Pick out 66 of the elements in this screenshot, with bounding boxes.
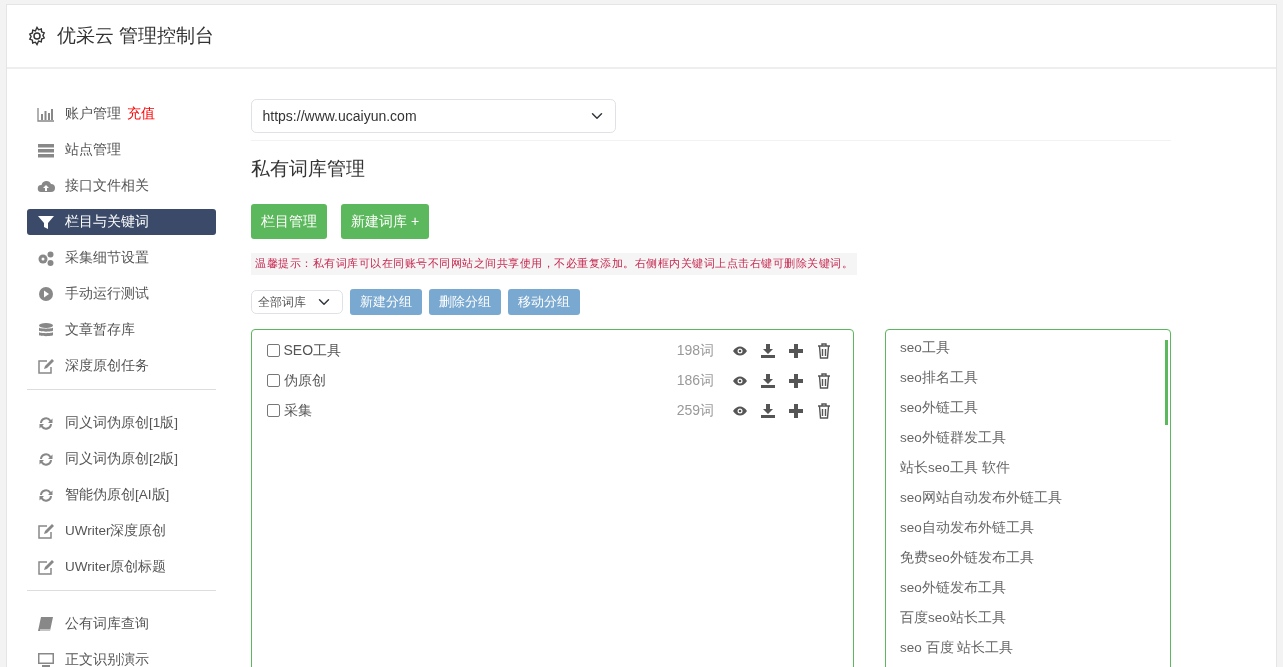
- sidebar-item[interactable]: 文章暂存库: [27, 317, 216, 343]
- sidebar-item[interactable]: 正文识别演示: [27, 647, 216, 667]
- plus-icon[interactable]: [788, 342, 804, 359]
- book-icon: [37, 616, 55, 632]
- keyword-item[interactable]: seo排名工具: [900, 367, 1170, 390]
- keyword-item[interactable]: seo 百度 站长工具: [900, 637, 1170, 660]
- sidebar-item[interactable]: UWriter原创标题: [27, 554, 216, 580]
- word-count: 198词: [676, 341, 714, 360]
- edit-icon: [37, 523, 55, 539]
- sidebar-item[interactable]: 栏目与关键词: [27, 209, 216, 235]
- site-select[interactable]: https://www.ucaiyun.com: [251, 99, 616, 133]
- edit-icon: [37, 358, 55, 374]
- refresh-icon: [37, 415, 55, 431]
- keyword-item[interactable]: seo外链群发工具: [900, 427, 1170, 450]
- keyword-item[interactable]: 免费seo外链发布工具: [900, 547, 1170, 570]
- database-icon: [37, 322, 55, 338]
- word-count: 186词: [676, 371, 714, 390]
- library-checkbox[interactable]: [267, 344, 280, 357]
- refresh-icon: [37, 451, 55, 467]
- download-icon[interactable]: [760, 342, 776, 359]
- keyword-item[interactable]: seo外链工具: [900, 397, 1170, 420]
- library-name[interactable]: SEO工具: [283, 340, 342, 361]
- keyword-item[interactable]: seo自动发布外链工具: [900, 517, 1170, 540]
- sidebar-item[interactable]: 手动运行测试: [27, 281, 216, 307]
- cloud-upload-icon: [37, 178, 55, 194]
- trash-icon[interactable]: [816, 372, 832, 389]
- library-name[interactable]: 采集: [283, 400, 312, 421]
- library-checkbox[interactable]: [267, 374, 280, 387]
- server-icon: [37, 142, 55, 158]
- plus-icon[interactable]: [788, 402, 804, 419]
- refresh-icon: [37, 487, 55, 503]
- word-count: 259词: [676, 401, 714, 420]
- filter-icon: [37, 214, 55, 230]
- keyword-item[interactable]: seo工具: [900, 337, 1170, 360]
- trash-icon[interactable]: [816, 342, 832, 359]
- sidebar-item[interactable]: 深度原创任务: [27, 353, 216, 379]
- library-name[interactable]: 伪原创: [283, 370, 326, 391]
- play-icon: [37, 286, 55, 302]
- sidebar-item[interactable]: 同义词伪原创[1版]: [27, 410, 216, 436]
- keyword-item[interactable]: 站长seo工具 软件: [900, 457, 1170, 480]
- edit-icon: [37, 559, 55, 575]
- download-icon[interactable]: [760, 402, 776, 419]
- page-title: 私有词库管理: [251, 157, 366, 181]
- sidebar-item[interactable]: 智能伪原创[AI版]: [27, 482, 216, 508]
- bar-chart-icon: [37, 106, 55, 122]
- library-checkbox[interactable]: [267, 404, 280, 417]
- download-icon[interactable]: [760, 372, 776, 389]
- sidebar-item[interactable]: 站点管理: [27, 137, 216, 163]
- settings-icon: [27, 26, 47, 46]
- keyword-item[interactable]: 百度seo站长工具: [900, 607, 1170, 630]
- plus-icon[interactable]: [788, 372, 804, 389]
- keyword-item[interactable]: seo外链发布工具: [900, 577, 1170, 600]
- tip-text: 温馨提示：私有词库可以在同账号不同网站之间共享使用，不必重复添加。右侧框内关键词上点击右键可删除关键词。: [251, 252, 857, 275]
- sidebar-item[interactable]: 接口文件相关: [27, 173, 216, 199]
- sidebar-item[interactable]: 账户管理 充值: [27, 101, 216, 127]
- recharge-link[interactable]: 充值: [127, 103, 155, 125]
- sidebar-item[interactable]: UWriter深度原创: [27, 518, 216, 544]
- library-filter-select[interactable]: 全部词库: [251, 289, 343, 314]
- app-title: 优采云 管理控制台: [57, 23, 215, 48]
- sidebar-item[interactable]: 采集细节设置: [27, 245, 216, 271]
- sidebar-item[interactable]: 同义词伪原创[2版]: [27, 446, 216, 472]
- gears-icon: [37, 250, 55, 266]
- scrollbar[interactable]: [1165, 339, 1168, 425]
- trash-icon[interactable]: [816, 402, 832, 419]
- sidebar-item[interactable]: 公有词库查询: [27, 611, 216, 637]
- keyword-item[interactable]: seo网站自动发布外链工具: [900, 487, 1170, 510]
